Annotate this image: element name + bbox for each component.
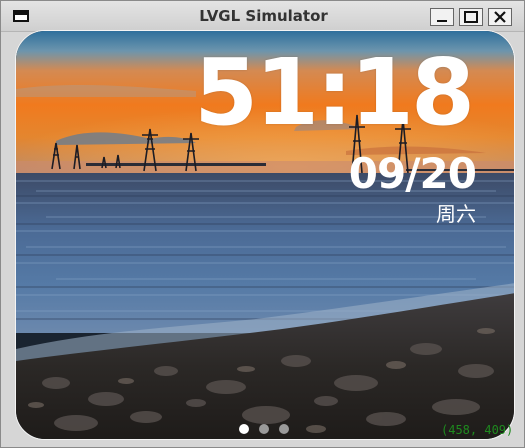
maximize-icon — [464, 11, 478, 23]
page-dot-1[interactable] — [239, 424, 249, 434]
page-dot-2[interactable] — [259, 424, 269, 434]
simulator-window: LVGL Simulator 51:18 09/20 周六 (458, 409) — [0, 0, 525, 448]
page-dot-3[interactable] — [279, 424, 289, 434]
close-icon — [494, 11, 506, 23]
clock-date: 09/20 — [348, 149, 477, 198]
maximize-button[interactable] — [459, 8, 483, 26]
pointer-coordinates: (458, 409) — [441, 423, 514, 437]
minimize-button[interactable] — [430, 8, 454, 26]
title-bar[interactable]: LVGL Simulator — [1, 1, 524, 32]
clock-time: 51:18 — [194, 39, 475, 146]
minimize-icon — [437, 20, 447, 22]
watch-screen[interactable]: 51:18 09/20 周六 — [15, 30, 515, 440]
clock-weekday: 周六 — [436, 202, 476, 226]
close-button[interactable] — [488, 8, 512, 26]
